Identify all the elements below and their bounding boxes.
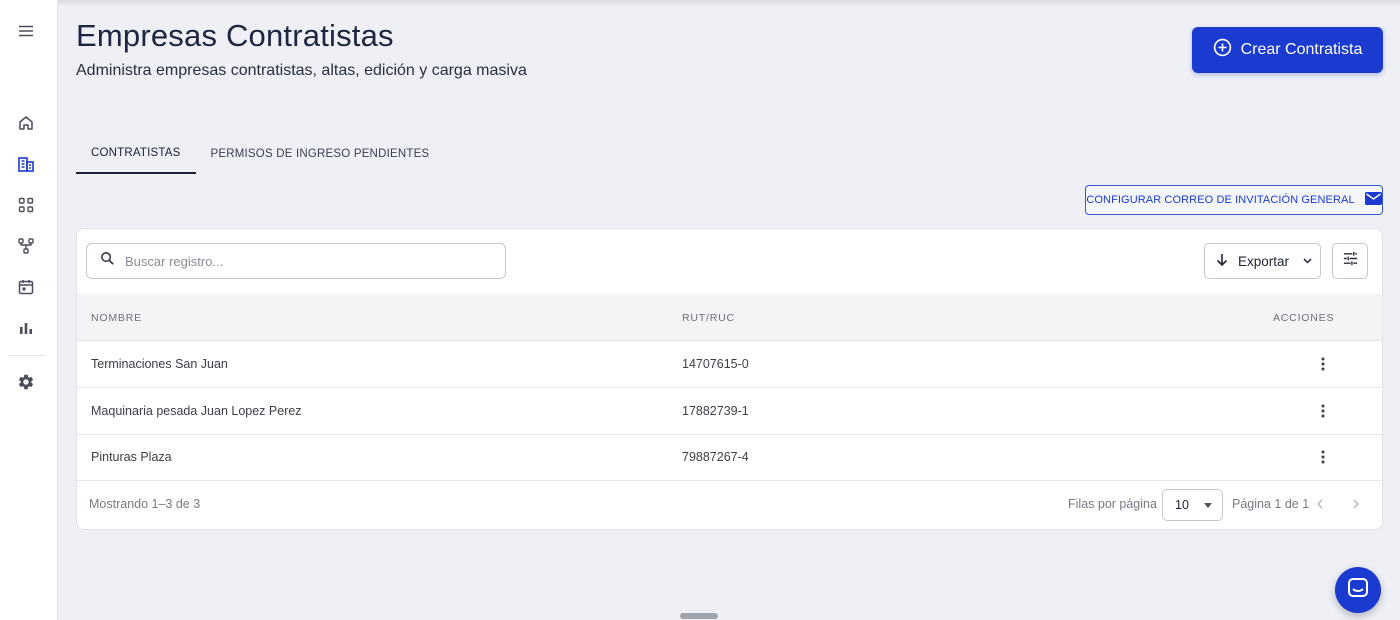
table-row[interactable]: Terminaciones San Juan 14707615-0 <box>77 341 1382 388</box>
row-actions-menu-icon[interactable] <box>1311 399 1335 423</box>
buildings-icon[interactable] <box>13 151 39 177</box>
page-info: Página 1 de 1 <box>1232 497 1310 511</box>
arrow-down-icon <box>1215 253 1229 270</box>
create-contractor-label: Crear Contratista <box>1240 41 1363 58</box>
scroll-handle[interactable] <box>680 613 718 619</box>
row-actions-menu-icon[interactable] <box>1311 352 1335 376</box>
chevron-down-icon <box>1302 254 1313 269</box>
next-page-button[interactable] <box>1346 495 1366 515</box>
create-contractor-button[interactable]: Crear Contratista <box>1192 27 1383 73</box>
row-actions-menu-icon[interactable] <box>1311 445 1335 469</box>
tab-permisos-pendientes[interactable]: PERMISOS DE INGRESO PENDIENTES <box>196 133 445 174</box>
cell-rut: 79887267-4 <box>682 450 749 464</box>
configure-invitation-email-button[interactable]: CONFIGURAR CORREO DE INVITACIÓN GENERAL <box>1085 185 1383 215</box>
table-header: NOMBRE RUT/RUC ACCIONES <box>77 294 1382 341</box>
rows-per-page-select[interactable]: 10 <box>1162 489 1223 521</box>
cell-rut: 14707615-0 <box>682 357 749 371</box>
table-row[interactable]: Maquinaria pesada Juan Lopez Perez 17882… <box>77 388 1382 435</box>
gear-icon[interactable] <box>13 369 39 395</box>
menu-icon[interactable] <box>13 18 39 44</box>
search-icon <box>100 251 115 271</box>
pagination-summary: Mostrando 1–3 de 3 <box>89 497 201 511</box>
chat-launcher-button[interactable] <box>1335 567 1381 613</box>
chat-icon <box>1347 577 1369 604</box>
cell-nombre: Terminaciones San Juan <box>91 357 228 371</box>
plus-circle-icon <box>1213 38 1232 62</box>
cell-nombre: Pinturas Plaza <box>91 450 172 464</box>
tab-contratistas[interactable]: CONTRATISTAS <box>76 133 196 174</box>
contractors-card: Exportar NOMBRE RUT/RUC ACCIONES Termina… <box>76 228 1383 530</box>
bar-chart-icon[interactable] <box>13 315 39 341</box>
sliders-icon <box>1342 250 1359 272</box>
home-icon[interactable] <box>13 110 39 136</box>
rows-per-page-label: Filas por página <box>1068 497 1157 511</box>
page-title: Empresas Contratistas <box>76 18 394 53</box>
column-settings-button[interactable] <box>1332 243 1368 279</box>
chevron-right-icon <box>1352 496 1360 514</box>
grid-icon[interactable] <box>13 192 39 218</box>
tabs: CONTRATISTAS PERMISOS DE INGRESO PENDIEN… <box>76 133 444 174</box>
page-subtitle: Administra empresas contratistas, altas,… <box>76 62 527 79</box>
chevron-left-icon <box>1316 496 1324 514</box>
calendar-icon[interactable] <box>13 274 39 300</box>
cell-rut: 17882739-1 <box>682 404 749 418</box>
sidebar <box>0 0 58 620</box>
search-input[interactable] <box>125 253 485 269</box>
flow-icon[interactable] <box>13 233 39 259</box>
top-shadow <box>58 0 1400 6</box>
column-header-nombre[interactable]: NOMBRE <box>91 294 142 341</box>
export-button[interactable]: Exportar <box>1204 243 1321 279</box>
caret-down-icon <box>1204 503 1212 508</box>
rows-per-page-value: 10 <box>1175 498 1189 512</box>
search-box <box>86 243 506 279</box>
column-header-rut[interactable]: RUT/RUC <box>682 294 735 341</box>
configure-invitation-email-label: CONFIGURAR CORREO DE INVITACIÓN GENERAL <box>1086 194 1355 206</box>
column-header-acciones: ACCIONES <box>1273 311 1335 324</box>
export-label: Exportar <box>1238 253 1290 269</box>
sidebar-divider <box>8 355 46 356</box>
mail-icon <box>1364 192 1382 208</box>
previous-page-button[interactable] <box>1310 495 1330 515</box>
cell-nombre: Maquinaria pesada Juan Lopez Perez <box>91 404 302 418</box>
table-row[interactable]: Pinturas Plaza 79887267-4 <box>77 434 1382 481</box>
